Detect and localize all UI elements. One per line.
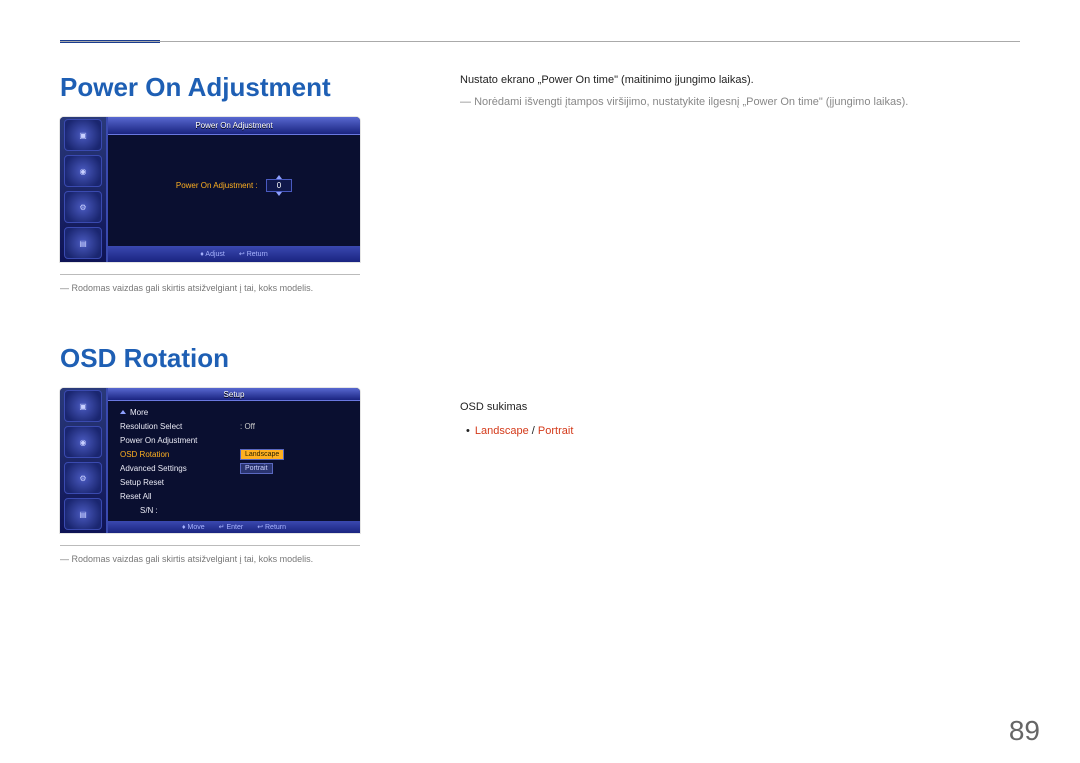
osd-icon-setup: ⚙ — [64, 462, 102, 494]
header-rule — [60, 41, 1020, 42]
osd-row-sn: S/N : — [116, 503, 352, 517]
osd-footer-adjust: ♦ Adjust — [200, 251, 225, 258]
osd-footer-return: ↩ Return — [239, 250, 268, 258]
osd-icon-setup: ⚙ — [64, 191, 102, 223]
section2-options: Landscape / Portrait — [460, 423, 1020, 441]
osd-icon-picture: ▣ — [64, 119, 102, 151]
option-portrait: Portrait — [538, 425, 573, 437]
option-landscape: Landscape — [475, 425, 529, 437]
osd-icon-sound: ◉ — [64, 155, 102, 187]
section1-heading: Power On Adjustment — [60, 72, 420, 103]
osd2-title: Setup — [108, 388, 360, 401]
osd-row-poweron: Power On Adjustment — [116, 433, 352, 447]
osd-icon-multi: ▤ — [64, 227, 102, 259]
osd-icon-multi: ▤ — [64, 498, 102, 530]
osd-icon-sound: ◉ — [64, 426, 102, 458]
osd-screenshot-setup: ▣ ◉ ⚙ ▤ Setup More Resolution Select : O… — [60, 388, 360, 533]
section2-heading: OSD Rotation — [60, 343, 420, 374]
osd-row-osdrotation: OSD Rotation Landscape — [116, 447, 352, 461]
screenshot2-caption: Rodomas vaizdas gali skirtis atsižvelgia… — [60, 545, 360, 564]
osd-option-landscape: Landscape — [240, 449, 284, 460]
osd-row-advanced: Advanced Settings Portrait — [116, 461, 352, 475]
osd-row-resetall: Reset All — [116, 489, 352, 503]
osd-row-setupreset: Setup Reset — [116, 475, 352, 489]
osd-side-icons-2: ▣ ◉ ⚙ ▤ — [60, 388, 108, 533]
osd-row-resolution: Resolution Select : Off — [116, 419, 352, 433]
section1-note: Norėdami išvengti įtampos viršijimo, nus… — [460, 94, 1020, 112]
osd2-footer-return: ↩ Return — [257, 523, 286, 531]
osd-option-portrait: Portrait — [240, 463, 273, 474]
osd-icon-picture: ▣ — [64, 390, 102, 422]
section1-body: Nustato ekrano „Power On time" (maitinim… — [460, 72, 1020, 90]
screenshot1-caption: Rodomas vaizdas gali skirtis atsižvelgia… — [60, 274, 360, 293]
osd-field-value: 0 — [266, 179, 292, 192]
osd-more-up: More — [116, 405, 352, 419]
osd2-footer-move: ♦ Move — [182, 524, 205, 531]
osd2-footer-enter: ↵ Enter — [219, 523, 244, 531]
osd-title: Power On Adjustment — [108, 117, 360, 135]
osd-side-icons: ▣ ◉ ⚙ ▤ — [60, 117, 108, 262]
osd-field-label: Power On Adjustment : — [176, 181, 258, 190]
osd-screenshot-poweron: ▣ ◉ ⚙ ▤ Power On Adjustment Power On Adj… — [60, 117, 360, 262]
section2-body: OSD sukimas — [460, 399, 1020, 417]
osd2-footer: ♦ Move ↵ Enter ↩ Return — [108, 521, 360, 533]
osd-footer: ♦ Adjust ↩ Return — [108, 246, 360, 262]
page-number: 89 — [1009, 715, 1040, 747]
